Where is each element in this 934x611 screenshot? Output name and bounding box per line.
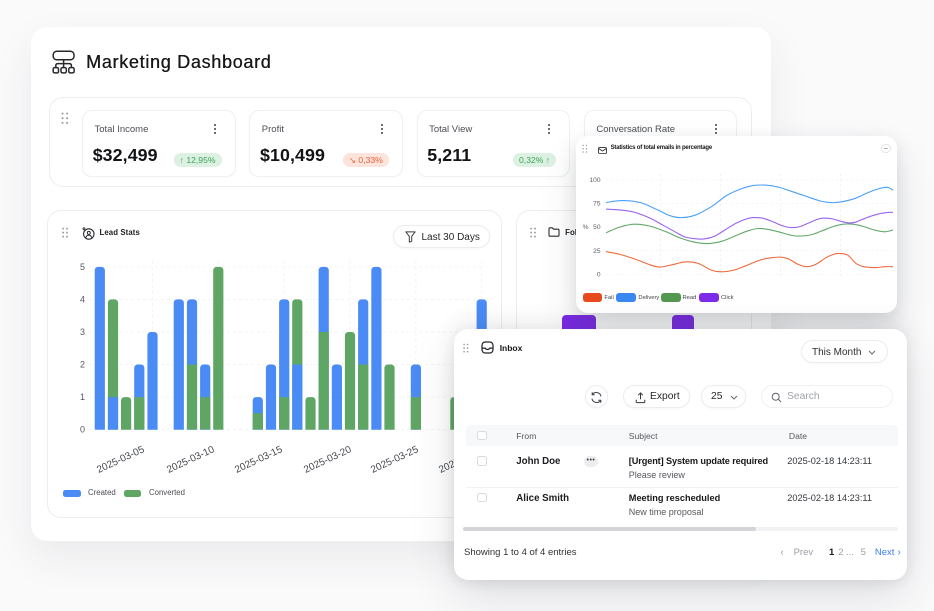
svg-text:75: 75 — [593, 200, 601, 207]
svg-text:4: 4 — [80, 294, 85, 304]
svg-text:2: 2 — [80, 360, 85, 370]
svg-text:2025-03-10: 2025-03-10 — [165, 444, 216, 476]
svg-text:0: 0 — [597, 271, 601, 278]
svg-text:3: 3 — [80, 327, 85, 337]
svg-text:5: 5 — [80, 262, 85, 272]
svg-text:2025-03-25: 2025-03-25 — [369, 444, 420, 476]
svg-text:2025-03-05: 2025-03-05 — [95, 444, 146, 476]
svg-text:%: % — [583, 224, 589, 231]
svg-text:2025-03-15: 2025-03-15 — [233, 444, 284, 476]
svg-text:2025-03-20: 2025-03-20 — [302, 444, 353, 476]
svg-text:25: 25 — [593, 247, 601, 254]
svg-text:0: 0 — [80, 425, 85, 435]
svg-text:1: 1 — [80, 392, 85, 402]
svg-text:50: 50 — [593, 224, 601, 231]
svg-text:100: 100 — [589, 177, 600, 184]
